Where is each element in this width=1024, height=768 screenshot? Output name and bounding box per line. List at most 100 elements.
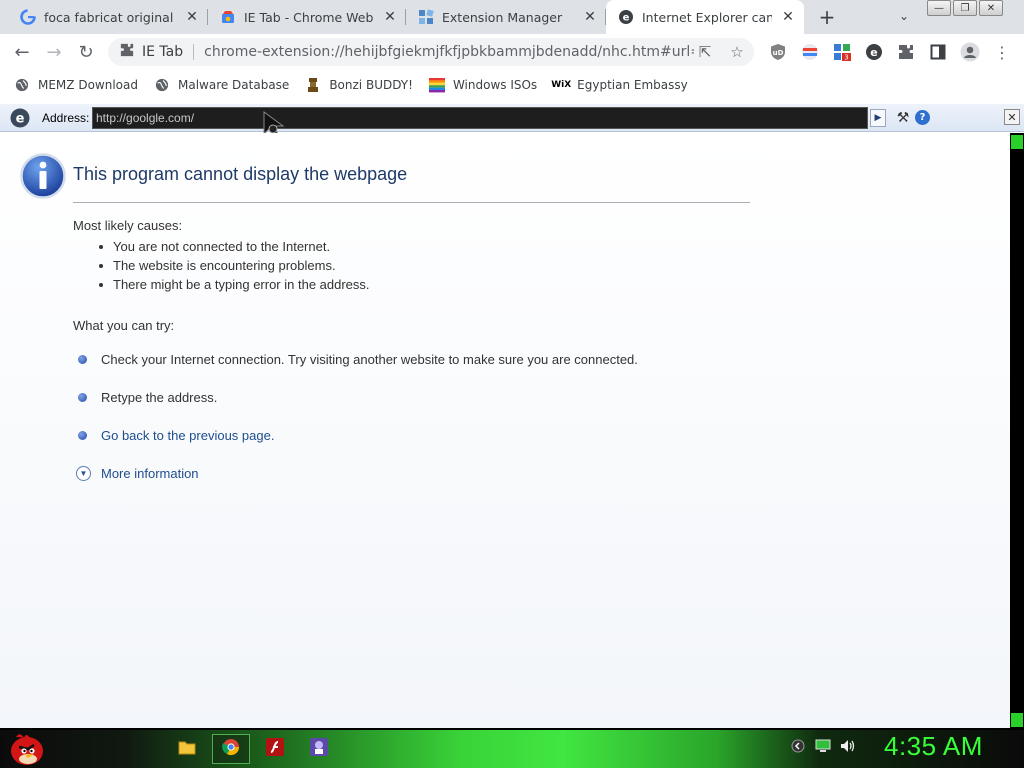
- scroll-up-button[interactable]: [1011, 135, 1023, 149]
- extension-chip[interactable]: IE Tab: [108, 43, 183, 61]
- minimize-button[interactable]: —: [927, 0, 951, 16]
- ie-tab-logo-icon: e: [10, 108, 30, 128]
- bookmark-label: Egyptian Embassy: [577, 78, 688, 92]
- tab-strip: foca fabricat original cu a ✕ IE Tab - C…: [0, 0, 1024, 34]
- go-back-link[interactable]: Go back to the previous page.: [101, 428, 274, 443]
- tab-title: foca fabricat original cu a: [44, 9, 176, 25]
- tab-search-icon[interactable]: ⌄: [894, 6, 914, 26]
- chrome-web-store-icon: [220, 9, 236, 25]
- app-icon: [310, 738, 328, 760]
- vertical-scrollbar[interactable]: [1010, 133, 1024, 728]
- try-item-text: Check your Internet connection. Try visi…: [101, 352, 638, 367]
- tab-extension-manager[interactable]: Extension Manager ✕: [406, 0, 606, 34]
- causes-label: Most likely causes:: [73, 218, 183, 233]
- tools-icon[interactable]: ⚒: [895, 110, 911, 126]
- bookmark-label: Malware Database: [177, 78, 290, 92]
- forward-arrow-icon[interactable]: →: [42, 40, 66, 64]
- close-window-button[interactable]: ✕: [979, 0, 1003, 16]
- help-icon[interactable]: ?: [915, 110, 930, 125]
- reload-icon[interactable]: ↻: [74, 40, 98, 64]
- taskbar-flash[interactable]: [256, 734, 294, 764]
- tab-ie-cannot-display[interactable]: e Internet Explorer cannot ✕: [606, 0, 804, 34]
- browser-toolbar: ← → ↻ IE Tab chrome-extension://hehijbfg…: [0, 34, 1024, 70]
- more-information-toggle[interactable]: ▼ More information: [76, 466, 199, 481]
- bookmark-label: Bonzi BUDDY!: [329, 78, 413, 92]
- sidepanel-icon[interactable]: [928, 42, 948, 62]
- svg-text:e: e: [870, 46, 877, 59]
- new-tab-button[interactable]: +: [815, 5, 839, 29]
- try-item-check-connection: Check your Internet connection. Try visi…: [78, 352, 638, 367]
- error-page: This program cannot display the webpage …: [0, 133, 1010, 728]
- back-arrow-icon[interactable]: ←: [10, 40, 34, 64]
- close-tab-icon[interactable]: ✕: [382, 9, 398, 25]
- puzzle-icon: [120, 43, 134, 61]
- ie-tab-bar: e Address: ▶ ⚒ ? ✕: [0, 104, 1024, 132]
- address-label: Address:: [42, 111, 90, 125]
- svg-text:e: e: [16, 112, 25, 127]
- close-ie-bar-button[interactable]: ✕: [1004, 109, 1020, 125]
- bookmark-bonzi-buddy[interactable]: Bonzi BUDDY!: [305, 77, 413, 93]
- system-tray: [790, 738, 865, 754]
- list-item: The website is encountering problems.: [97, 258, 370, 277]
- taskbar-folder[interactable]: [168, 734, 206, 764]
- network-icon[interactable]: [815, 738, 831, 754]
- ie-icon: e: [618, 9, 634, 25]
- volume-icon[interactable]: [840, 738, 856, 754]
- menu-icon[interactable]: ⋮: [992, 42, 1012, 62]
- extension-manager-icon: [418, 9, 434, 25]
- bookmark-star-icon[interactable]: ☆: [728, 43, 746, 61]
- tab-title: IE Tab - Chrome Web Sto: [244, 9, 374, 25]
- bookmark-egyptian-embassy[interactable]: WiX Egyptian Embassy: [551, 77, 688, 93]
- bookmarks-bar: MEMZ Download Malware Database Bonzi BUD…: [0, 70, 1024, 100]
- tab-title: Internet Explorer cannot: [642, 9, 772, 25]
- hidden-icons-chevron-icon[interactable]: [790, 738, 806, 754]
- extension-badge-icon[interactable]: 3: [832, 42, 852, 62]
- bullet-icon: [78, 431, 87, 440]
- page-title: This program cannot display the webpage: [73, 164, 408, 184]
- globe-icon: [154, 77, 170, 93]
- start-button-angry-bird-icon[interactable]: [6, 729, 46, 767]
- bullet-icon: [78, 355, 87, 364]
- bookmark-memz[interactable]: MEMZ Download: [14, 77, 138, 93]
- close-tab-icon[interactable]: ✕: [780, 9, 796, 25]
- close-tab-icon[interactable]: ✕: [582, 9, 598, 25]
- chip-label: IE Tab: [142, 44, 184, 60]
- taskbar-edge: [0, 728, 1024, 730]
- bookmark-malware-database[interactable]: Malware Database: [154, 77, 289, 93]
- tab-foca[interactable]: foca fabricat original cu a ✕: [8, 0, 208, 34]
- translate-icon[interactable]: [800, 42, 820, 62]
- scroll-down-button[interactable]: [1011, 713, 1023, 727]
- wix-icon: WiX: [551, 80, 572, 90]
- try-item-go-back[interactable]: Go back to the previous page.: [78, 428, 274, 443]
- svg-text:e: e: [623, 13, 630, 24]
- go-button[interactable]: ▶: [870, 109, 886, 127]
- ie-address-input[interactable]: [92, 107, 868, 129]
- taskbar-app[interactable]: [300, 734, 338, 764]
- taskbar-chrome[interactable]: [212, 734, 250, 764]
- bullet-icon: [78, 393, 87, 402]
- close-tab-icon[interactable]: ✕: [184, 9, 200, 25]
- tab-ie-tab-store[interactable]: IE Tab - Chrome Web Sto ✕: [208, 0, 406, 34]
- globe-icon: [14, 77, 30, 93]
- restore-button[interactable]: ❐: [953, 0, 977, 16]
- taskbar-clock[interactable]: 4:35 AM: [884, 731, 983, 762]
- list-item: There might be a typing error in the add…: [97, 277, 370, 296]
- window-controls: — ❐ ✕: [927, 0, 1005, 16]
- folder-icon: [178, 739, 196, 759]
- causes-list: You are not connected to the Internet. T…: [97, 239, 370, 296]
- share-icon[interactable]: ⇱: [696, 43, 714, 61]
- flash-icon: [266, 738, 284, 760]
- divider: [73, 202, 750, 203]
- url-text[interactable]: chrome-extension://hehijbfgiekmjfkfjpbkb…: [204, 44, 694, 60]
- try-item-retype: Retype the address.: [78, 390, 217, 405]
- bookmark-windows-isos[interactable]: Windows ISOs: [428, 77, 537, 93]
- omnibox[interactable]: IE Tab chrome-extension://hehijbfgiekmjf…: [108, 38, 754, 66]
- taskbar: [0, 728, 1024, 768]
- ublock-icon[interactable]: uD: [768, 42, 788, 62]
- list-item: You are not connected to the Internet.: [97, 239, 370, 258]
- try-label: What you can try:: [73, 318, 175, 333]
- puzzle-icon[interactable]: [896, 42, 916, 62]
- google-icon: [20, 9, 36, 25]
- profile-icon[interactable]: [960, 42, 980, 62]
- ie-tab-icon[interactable]: e: [864, 42, 884, 62]
